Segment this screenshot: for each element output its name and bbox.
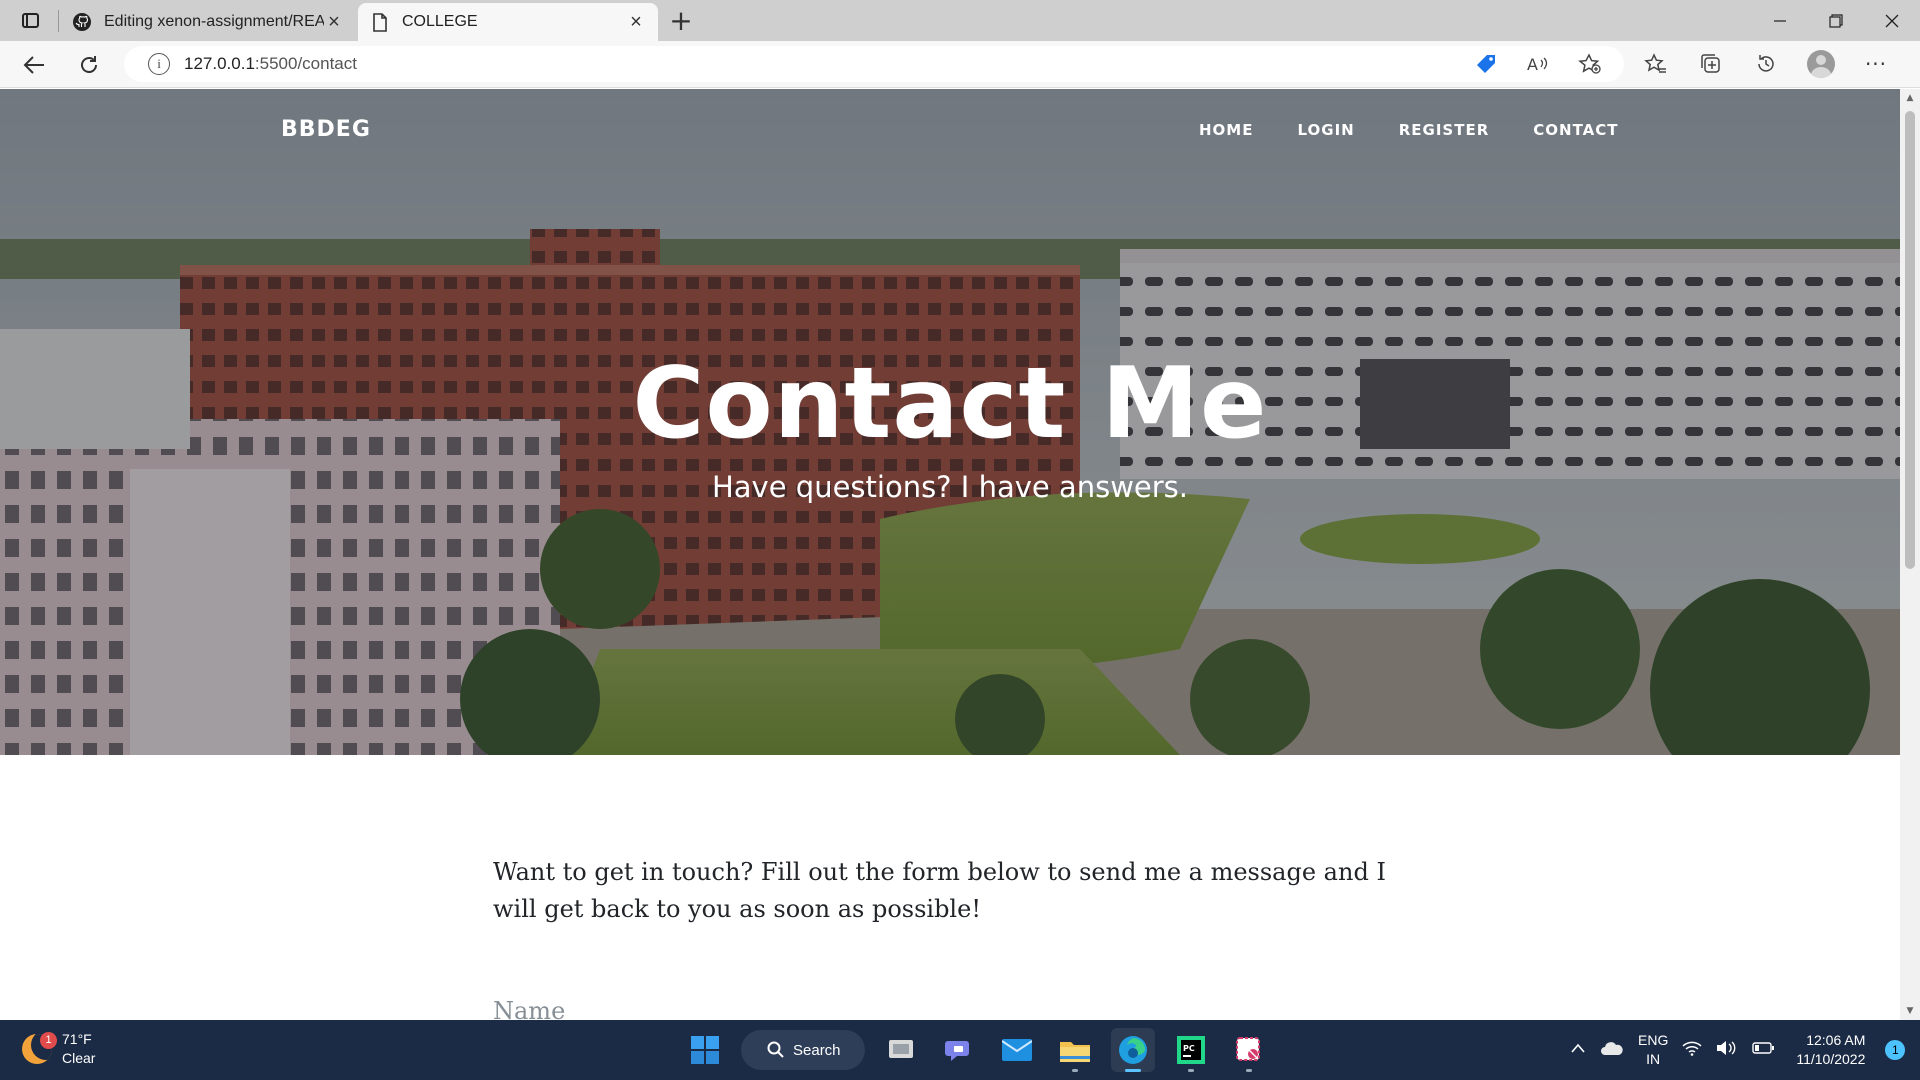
scroll-down-icon[interactable]: ▼	[1900, 1002, 1920, 1020]
weather-widget[interactable]: 1 71°F Clear	[22, 1030, 95, 1068]
name-field-label[interactable]: Name	[493, 997, 565, 1020]
mail-icon[interactable]	[995, 1028, 1039, 1072]
nav-register-link[interactable]: REGISTER	[1399, 121, 1490, 139]
more-menu-icon[interactable]: ···	[1860, 48, 1892, 80]
search-icon	[767, 1041, 784, 1058]
search-label: Search	[793, 1041, 841, 1059]
tab-github-readme[interactable]: Editing xenon-assignment/READ ×	[60, 3, 356, 41]
region-code: IN	[1646, 1051, 1661, 1067]
nav-contact-link[interactable]: CONTACT	[1533, 121, 1618, 139]
url-text[interactable]: 127.0.0.1:5500/contact	[184, 54, 357, 74]
close-window-icon[interactable]	[1864, 0, 1920, 41]
nav-links: HOME LOGIN REGISTER CONTACT	[1199, 121, 1662, 139]
system-clock[interactable]: 12:06 AM 11/10/2022	[1796, 1031, 1865, 1069]
window-controls	[1752, 0, 1920, 41]
language-indicator[interactable]: ENG IN	[1638, 1031, 1668, 1069]
tab-close-icon[interactable]: ×	[626, 11, 646, 34]
profile-avatar-icon[interactable]	[1805, 48, 1837, 80]
taskbar-apps: Search PC	[683, 1028, 1271, 1072]
scrollbar-thumb[interactable]	[1905, 111, 1915, 569]
nav-home-link[interactable]: HOME	[1199, 121, 1253, 139]
add-favorite-icon[interactable]	[1574, 48, 1606, 80]
hero-header: BBDEG HOME LOGIN REGISTER CONTACT Contac…	[0, 89, 1900, 755]
wifi-icon[interactable]	[1682, 1040, 1702, 1061]
site-brand[interactable]: BBDEG	[281, 117, 371, 142]
address-toolbar: i 127.0.0.1:5500/contact A ···	[0, 41, 1920, 88]
edge-browser-icon[interactable]	[1111, 1028, 1155, 1072]
contact-intro-text: Want to get in touch? Fill out the form …	[493, 858, 1386, 923]
teams-chat-icon[interactable]	[937, 1028, 981, 1072]
clock-date: 11/10/2022	[1796, 1051, 1866, 1067]
nav-login-link[interactable]: LOGIN	[1297, 121, 1354, 139]
onedrive-cloud-icon[interactable]	[1600, 1040, 1624, 1061]
new-tab-button[interactable]: +	[666, 6, 696, 36]
volume-icon[interactable]	[1716, 1040, 1738, 1061]
clock-time: 12:06 AM	[1806, 1032, 1866, 1048]
system-tray: ENG IN 12:06 AM 11/10/2022 1	[1570, 1020, 1906, 1080]
restore-icon[interactable]	[1808, 0, 1864, 41]
url-path: :5500/contact	[254, 54, 357, 73]
tab-close-icon[interactable]: ×	[324, 11, 344, 34]
minimize-icon[interactable]	[1752, 0, 1808, 41]
chevron-up-icon[interactable]	[1570, 1041, 1586, 1059]
coupon-tag-icon[interactable]	[1470, 48, 1502, 80]
windows-start-icon[interactable]	[683, 1028, 727, 1072]
svg-text:A: A	[1527, 55, 1538, 74]
windows-taskbar: 1 71°F Clear Search PC ENG IN 12:06 AM 1…	[0, 1020, 1920, 1080]
github-icon	[72, 12, 92, 32]
scroll-up-icon[interactable]: ▲	[1900, 89, 1920, 107]
tab-title: Editing xenon-assignment/READ	[104, 13, 324, 30]
pycharm-icon[interactable]: PC	[1169, 1028, 1213, 1072]
page-subtitle: Have questions? I have answers.	[711, 470, 1189, 504]
svg-text:PC: PC	[1183, 1044, 1195, 1053]
page-title: Contact Me	[632, 347, 1268, 461]
tab-college[interactable]: COLLEGE ×	[358, 3, 658, 41]
tab-actions-icon[interactable]	[18, 10, 42, 30]
page-icon	[370, 12, 390, 32]
history-icon[interactable]	[1750, 48, 1782, 80]
collections-icon[interactable]	[1695, 48, 1727, 80]
snipping-tool-icon[interactable]	[1227, 1028, 1271, 1072]
read-aloud-icon[interactable]: A	[1522, 48, 1554, 80]
language-code: ENG	[1638, 1032, 1669, 1048]
site-navbar: BBDEG HOME LOGIN REGISTER CONTACT	[0, 89, 1900, 169]
weather-description: Clear	[62, 1050, 96, 1066]
taskbar-search-button[interactable]: Search	[741, 1030, 865, 1070]
favorites-icon[interactable]	[1640, 48, 1672, 80]
weather-badge: 1	[40, 1032, 57, 1049]
tab-divider	[58, 10, 59, 32]
page-scrollbar[interactable]: ▲ ▼	[1900, 89, 1920, 1020]
notification-badge[interactable]: 1	[1885, 1040, 1906, 1060]
url-host: 127.0.0.1	[184, 54, 255, 73]
battery-icon[interactable]	[1752, 1041, 1776, 1060]
tab-title: COLLEGE	[402, 13, 478, 30]
site-info-icon[interactable]: i	[148, 53, 170, 75]
back-arrow-icon[interactable]	[18, 49, 50, 81]
file-explorer-icon[interactable]	[1053, 1028, 1097, 1072]
page-viewport: BBDEG HOME LOGIN REGISTER CONTACT Contac…	[0, 89, 1900, 1020]
browser-tab-bar: Editing xenon-assignment/READ × COLLEGE …	[0, 0, 1920, 41]
url-bar[interactable]: i 127.0.0.1:5500/contact A	[124, 46, 1624, 82]
refresh-icon[interactable]	[73, 49, 105, 81]
weather-temperature: 71°F	[62, 1031, 92, 1047]
task-view-icon[interactable]	[879, 1028, 923, 1072]
